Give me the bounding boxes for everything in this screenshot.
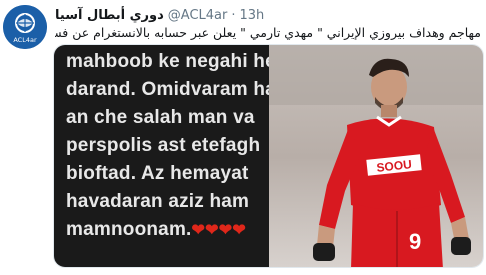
handle[interactable]: @ACL4ar: [168, 8, 228, 23]
player-neck: [381, 105, 397, 117]
heart-icons: ❤❤❤❤: [191, 222, 246, 239]
shorts-number: 9: [409, 229, 421, 254]
story-text-line: darand. Omidvaram har: [66, 79, 284, 100]
story-text-line: an che salah man va: [66, 107, 255, 128]
svg-text:ACL4ar: ACL4ar: [13, 36, 37, 44]
story-text-line: mamnoonam.❤❤❤❤: [66, 219, 246, 241]
player-right-glove: [451, 237, 471, 255]
tweet[interactable]: ACL4ar دوري أبطال آسيا @ACL4ar · 13h مها…: [0, 0, 486, 275]
story-text-line: havadaran aziz ham: [66, 191, 250, 212]
player-left-glove: [313, 243, 335, 261]
acl-logo-icon: ACL4ar: [3, 5, 47, 49]
avatar[interactable]: ACL4ar: [3, 5, 47, 49]
player-photo[interactable]: SOOU 9: [269, 45, 483, 267]
media-container[interactable]: mahboob ke negahi herfei darand. Omidvar…: [53, 44, 484, 268]
tweet-header: دوري أبطال آسيا @ACL4ar · 13h: [55, 8, 264, 23]
player-photo-graphic: SOOU 9: [269, 45, 483, 267]
story-text-line: perspolis ast etefagh: [66, 135, 261, 156]
separator-dot: ·: [231, 8, 236, 23]
instagram-story-image[interactable]: mahboob ke negahi herfei darand. Omidvar…: [54, 45, 306, 267]
story-text-line: bioftad. Az hemayat: [66, 163, 249, 184]
tweet-text: مهاجم وهداف بيروزي الإيراني " مهدي تارمي…: [55, 25, 481, 40]
display-name[interactable]: دوري أبطال آسيا: [55, 8, 164, 23]
timestamp[interactable]: 13h: [240, 8, 265, 23]
story-text-last: mamnoonam.: [66, 219, 192, 240]
